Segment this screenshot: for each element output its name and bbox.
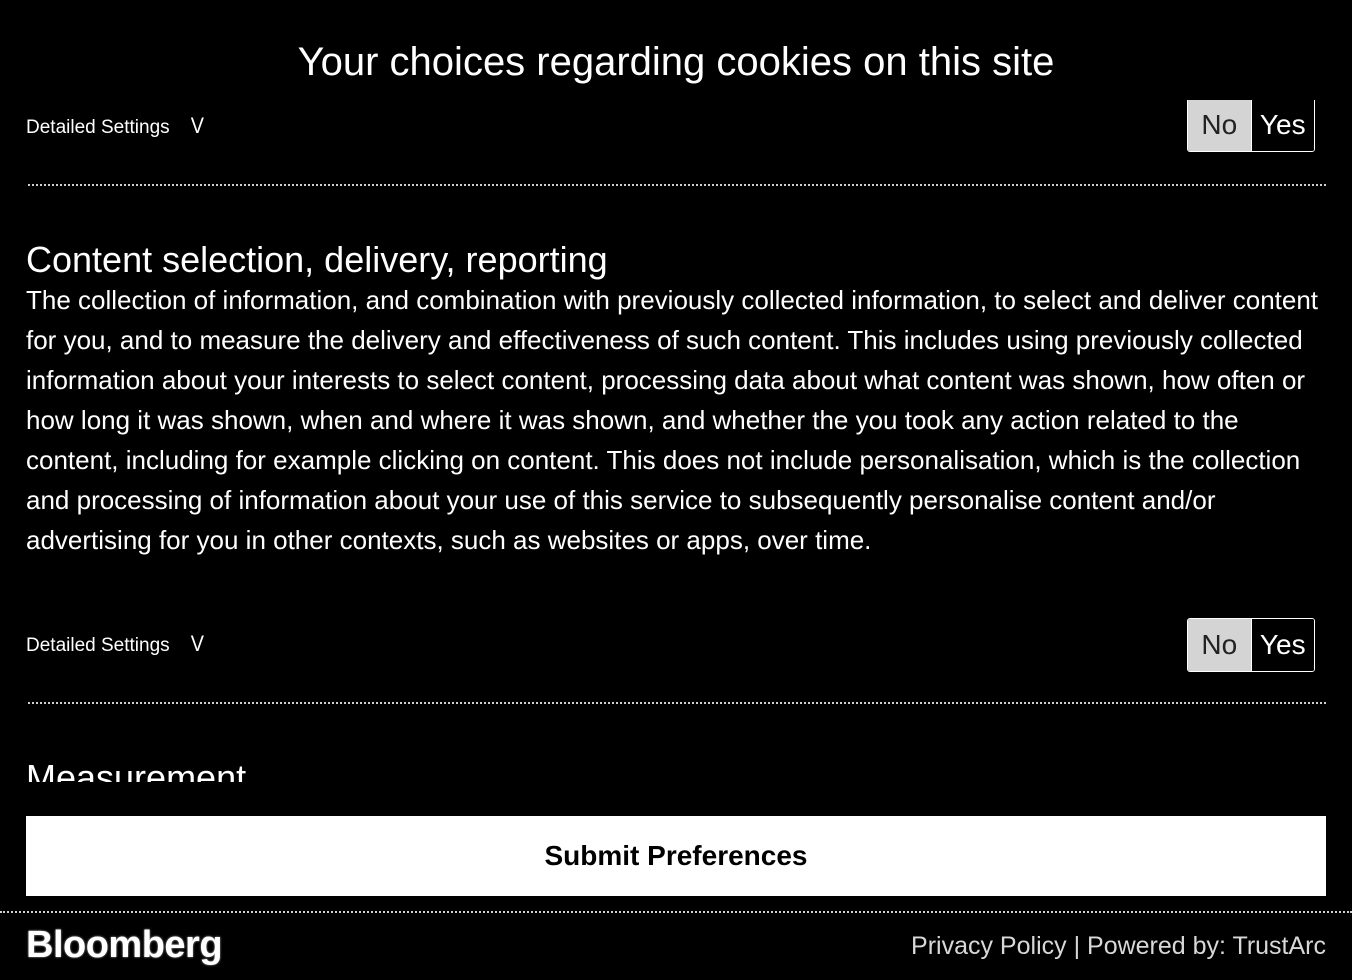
section-description: The collection of information, and combi…: [26, 285, 1319, 555]
submit-preferences-button[interactable]: Submit Preferences: [26, 816, 1326, 896]
chevron-down-icon: V: [190, 631, 204, 656]
cookie-preferences-dialog: Your choices regarding cookies on this s…: [0, 0, 1352, 980]
detailed-settings-toggle[interactable]: Detailed Settings V: [26, 631, 204, 658]
settings-row-previous: Detailed Settings V No Yes: [26, 100, 1326, 156]
section-heading: Measurement: [26, 757, 247, 783]
detailed-settings-label: Detailed Settings: [26, 635, 170, 656]
consent-toggle: No Yes: [1187, 618, 1315, 672]
toggle-yes-option[interactable]: Yes: [1250, 100, 1314, 151]
section-divider: [28, 702, 1326, 704]
section-heading: Content selection, delivery, reporting: [26, 239, 608, 280]
toggle-no-option[interactable]: No: [1188, 619, 1251, 671]
dialog-title: Your choices regarding cookies on this s…: [297, 40, 1055, 84]
chevron-down-icon: V: [190, 113, 204, 138]
preferences-scroll-region[interactable]: Detailed Settings V No Yes Content selec…: [26, 100, 1326, 782]
footer-separator: |: [1066, 932, 1088, 960]
privacy-policy-link[interactable]: Privacy Policy: [911, 932, 1067, 961]
toggle-yes-option[interactable]: Yes: [1250, 619, 1314, 671]
detailed-settings-label: Detailed Settings: [26, 117, 170, 138]
powered-by-trustarc-link[interactable]: Powered by: TrustArc: [1087, 932, 1326, 961]
footer-links: Privacy Policy | Powered by: TrustArc: [911, 932, 1326, 961]
bloomberg-logo: Bloomberg: [26, 924, 223, 966]
detailed-settings-toggle[interactable]: Detailed Settings V: [26, 113, 204, 140]
section-divider: [28, 184, 1326, 186]
settings-row-content-selection: Detailed Settings V No Yes: [26, 618, 1326, 674]
consent-toggle: No Yes: [1187, 100, 1315, 152]
footer-divider: [0, 911, 1352, 913]
toggle-no-option[interactable]: No: [1188, 100, 1251, 151]
